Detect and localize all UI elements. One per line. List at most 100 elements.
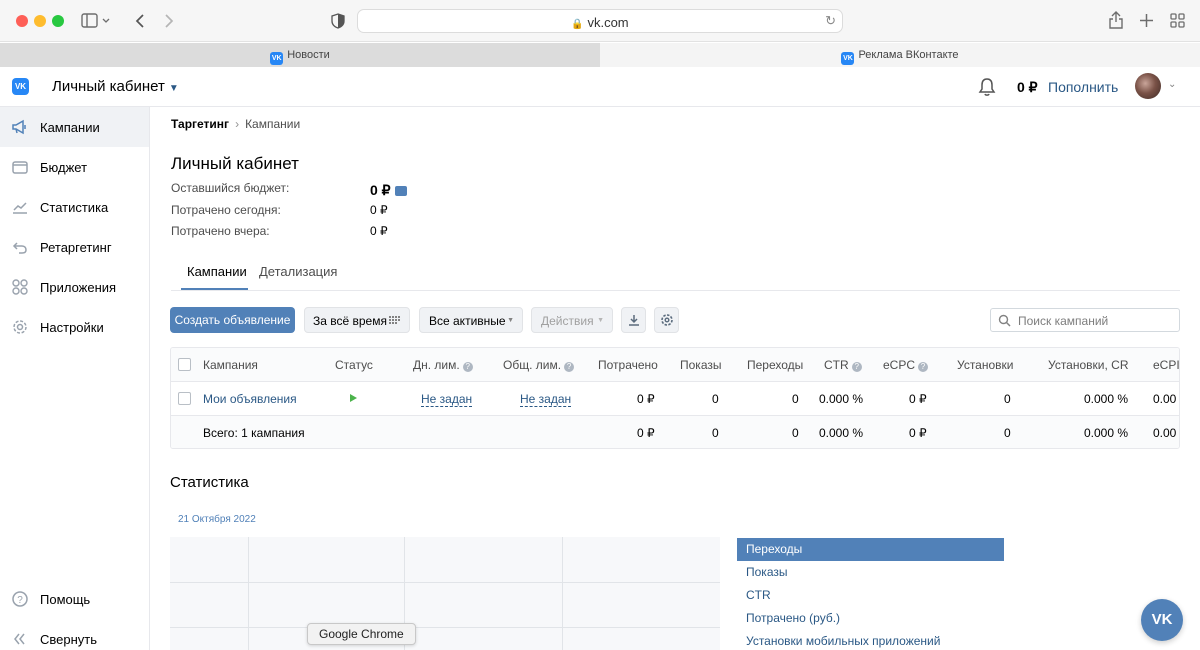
spent-yesterday-label: Потрачено вчера: [171,224,270,238]
filter-label: Все активные [429,314,506,328]
sidebar-item-label: Помощь [40,592,91,607]
select-all-checkbox[interactable] [178,358,191,371]
actions-select[interactable]: Действия ▼ [531,307,613,333]
shield-icon[interactable] [331,13,345,29]
content-tabs: Кампании Детализация [171,257,1180,291]
period-select[interactable]: За всё время [304,307,410,333]
day-limit-value[interactable]: Не задан [421,392,473,407]
spent-today-value: 0 ₽ [370,203,388,217]
breadcrumb-current: Кампании [245,117,301,131]
chevron-down-icon[interactable]: ⌄ [1168,79,1176,90]
breadcrumb-separator: › [235,117,240,131]
col-ecpc[interactable]: eCPC? [883,358,929,372]
col-spent[interactable]: Потрачено [598,358,658,372]
address-bar[interactable]: 🔒 vk.com ↻ [357,9,843,33]
campaign-search-input[interactable]: Поиск кампаний [990,308,1180,332]
sidebar-item-apps[interactable]: Приложения [0,267,149,307]
vk-favicon-icon: VK [270,52,284,65]
spent-yesterday-value: 0 ₽ [370,224,388,238]
sidebar-item-budget[interactable]: Бюджет [0,147,149,187]
statistics-chart-area[interactable] [170,537,720,650]
wallet-icon[interactable] [394,186,407,196]
table-settings-button[interactable] [654,307,679,333]
col-shows[interactable]: Показы [680,358,721,372]
zoom-window-button[interactable] [52,15,64,27]
vk-logo-icon[interactable]: VK [12,78,29,95]
remaining-budget-value: 0 ₽ [370,182,407,199]
sidebar-item-label: Приложения [40,280,117,295]
col-clicks[interactable]: Переходы [747,358,803,372]
browser-tab-news[interactable]: VK Новости [0,43,600,67]
col-installs-cr[interactable]: Установки, CR [1048,358,1128,372]
svg-text:?: ? [17,595,23,606]
help-icon[interactable]: ? [918,362,929,372]
bell-icon[interactable] [977,77,997,97]
col-ctr[interactable]: CTR? [824,358,862,372]
sidebar: Кампании Бюджет Статистика Ретаргетинг П… [0,107,150,650]
sidebar-toggle-icon[interactable] [81,13,111,29]
metric-shows[interactable]: Показы [737,561,1004,584]
help-icon: ? [12,591,28,607]
new-tab-icon[interactable] [1139,13,1154,28]
grid-line [170,582,720,583]
megaphone-icon [12,119,26,135]
ecpi-value: 0.00 ₽ [1153,392,1179,406]
col-campaign[interactable]: Кампания [203,358,258,372]
status-filter-select[interactable]: Все активные ▼ [419,307,523,333]
create-ad-button[interactable]: Создать объявление [170,307,295,333]
breadcrumb-root[interactable]: Таргетинг [171,117,229,131]
col-total-limit[interactable]: Общ. лим.? [503,358,575,372]
back-icon[interactable] [134,13,146,29]
col-installs[interactable]: Установки [957,358,1013,372]
col-ecpi[interactable]: eCPI [1153,358,1179,372]
reload-icon[interactable]: ↻ [825,13,836,29]
vk-floating-button[interactable]: VK [1141,599,1183,641]
play-status-icon[interactable] [350,394,357,402]
forward-icon[interactable] [163,13,175,29]
col-status[interactable]: Статус [335,358,373,372]
sidebar-item-settings[interactable]: Настройки [0,307,149,347]
ctr-value: 0.000 % [819,392,864,406]
clicks-value: 0 [792,392,799,406]
avatar[interactable] [1135,73,1161,99]
topup-link[interactable]: Пополнить [1048,79,1118,95]
download-button[interactable] [621,307,646,333]
account-title: Личный кабинет [52,78,165,95]
metric-app-installs[interactable]: Установки мобильных приложений [737,630,1004,650]
chevron-down-icon: ▼ [597,317,604,324]
browser-tab-ads[interactable]: VK Реклама ВКонтакте [600,43,1200,67]
minimize-window-button[interactable] [34,15,46,27]
tab-campaigns[interactable]: Кампании [187,264,247,279]
sidebar-item-retargeting[interactable]: Ретаргетинг [0,227,149,267]
account-switcher[interactable]: Личный кабинет ▼ [52,78,179,95]
tab-details[interactable]: Детализация [259,264,337,279]
sidebar-item-label: Ретаргетинг [40,240,112,255]
row-checkbox[interactable] [178,392,191,405]
col-day-limit[interactable]: Дн. лим.? [413,358,473,372]
sidebar-item-collapse[interactable]: Свернуть [0,619,149,650]
spent-value: 0 ₽ [637,392,655,406]
gear-icon [661,314,673,326]
total-clicks: 0 [792,426,799,440]
metric-ctr[interactable]: CTR [737,584,1004,607]
help-icon[interactable]: ? [462,362,473,372]
tab-overview-icon[interactable] [1170,13,1185,28]
sidebar-item-statistics[interactable]: Статистика [0,187,149,227]
active-tab-indicator [181,288,248,290]
browser-tabs: VK Новости VK Реклама ВКонтакте [0,43,1200,67]
actions-label: Действия [541,314,594,328]
total-limit-value[interactable]: Не задан [520,392,572,407]
sidebar-item-label: Статистика [40,200,109,215]
breadcrumb: Таргетинг › Кампании [171,117,300,131]
share-icon[interactable] [1109,11,1123,29]
metric-clicks[interactable]: Переходы [737,538,1004,561]
sidebar-item-label: Свернуть [40,632,98,647]
close-window-button[interactable] [16,15,28,27]
help-icon[interactable]: ? [851,362,862,372]
help-icon[interactable]: ? [564,362,575,372]
shows-value: 0 [712,392,719,406]
sidebar-item-help[interactable]: ? Помощь [0,579,149,619]
sidebar-item-campaigns[interactable]: Кампании [0,107,149,147]
metric-spent[interactable]: Потрачено (руб.) [737,607,1004,630]
campaign-name-link[interactable]: Мои объявления [203,392,297,406]
